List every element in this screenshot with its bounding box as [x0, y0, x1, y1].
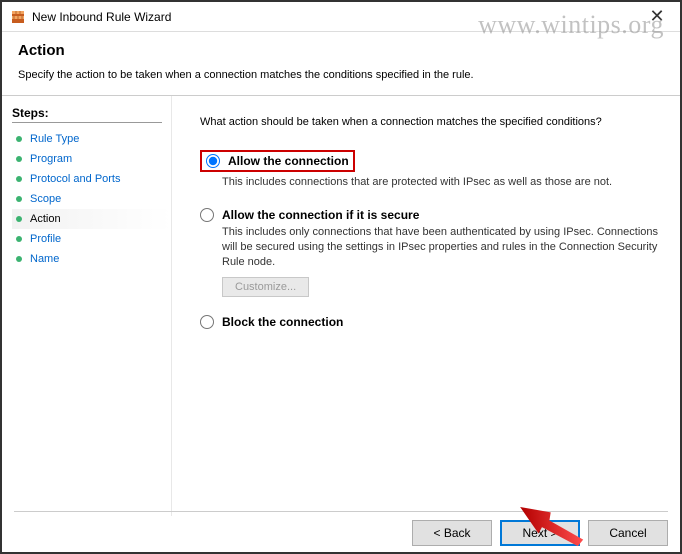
- bullet-icon: [16, 176, 22, 182]
- bullet-icon: [16, 256, 22, 262]
- window-title: New Inbound Rule Wizard: [32, 10, 642, 24]
- back-button[interactable]: < Back: [412, 520, 492, 546]
- bullet-icon: [16, 156, 22, 162]
- page-description: Specify the action to be taken when a co…: [18, 69, 664, 81]
- firewall-icon: [10, 9, 26, 25]
- label-block: Block the connection: [222, 315, 343, 329]
- radio-allow[interactable]: [206, 154, 220, 168]
- close-icon[interactable]: ✕: [642, 6, 672, 27]
- desc-allow: This includes connections that are prote…: [222, 175, 660, 190]
- radio-allow-secure[interactable]: [200, 208, 214, 222]
- sidebar-item-scope[interactable]: Scope: [12, 189, 171, 209]
- option-block: Block the connection: [200, 315, 660, 329]
- titlebar: New Inbound Rule Wizard ✕: [2, 2, 680, 32]
- option-allow-secure: Allow the connection if it is secure Thi…: [200, 208, 660, 298]
- cancel-button[interactable]: Cancel: [588, 520, 668, 546]
- bullet-icon: [16, 216, 22, 222]
- steps-list: Rule Type Program Protocol and Ports Sco…: [12, 129, 171, 269]
- next-button[interactable]: Next >: [500, 520, 580, 546]
- label-allow-secure: Allow the connection if it is secure: [222, 208, 419, 222]
- steps-sidebar: Steps: Rule Type Program Protocol and Po…: [2, 96, 172, 516]
- steps-title: Steps:: [12, 106, 162, 123]
- main-panel: What action should be taken when a conne…: [172, 96, 680, 516]
- sidebar-item-rule-type[interactable]: Rule Type: [12, 129, 171, 149]
- sidebar-item-action[interactable]: Action: [12, 209, 171, 229]
- action-prompt: What action should be taken when a conne…: [200, 116, 660, 128]
- sidebar-item-protocol-ports[interactable]: Protocol and Ports: [12, 169, 171, 189]
- sidebar-item-profile[interactable]: Profile: [12, 229, 171, 249]
- page-title: Action: [18, 42, 664, 59]
- sidebar-item-name[interactable]: Name: [12, 249, 171, 269]
- bullet-icon: [16, 236, 22, 242]
- bullet-icon: [16, 136, 22, 142]
- customize-button: Customize...: [222, 277, 309, 297]
- bullet-icon: [16, 196, 22, 202]
- label-allow: Allow the connection: [228, 154, 349, 168]
- highlight-allow: Allow the connection: [200, 150, 355, 172]
- desc-allow-secure: This includes only connections that have…: [222, 225, 660, 270]
- radio-block[interactable]: [200, 315, 214, 329]
- page-header: Action Specify the action to be taken wh…: [2, 32, 680, 96]
- sidebar-item-program[interactable]: Program: [12, 149, 171, 169]
- wizard-footer: < Back Next > Cancel: [14, 511, 668, 546]
- option-allow: Allow the connection This includes conne…: [200, 150, 660, 190]
